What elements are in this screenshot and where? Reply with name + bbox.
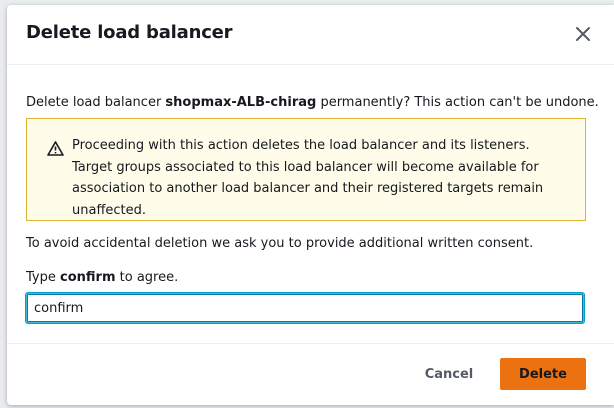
modal-footer: Cancel Delete bbox=[7, 343, 614, 405]
load-balancer-name: shopmax-ALB-chirag bbox=[165, 95, 317, 110]
close-icon bbox=[576, 27, 590, 41]
confirm-field-label: Type confirm to agree. bbox=[26, 270, 179, 285]
warning-alert: Proceeding with this action deletes the … bbox=[26, 118, 586, 221]
alert-message: Proceeding with this action deletes the … bbox=[72, 138, 544, 218]
delete-description: Delete load balancer shopmax-ALB-chirag … bbox=[26, 95, 599, 110]
delete-load-balancer-modal: Delete load balancer Delete load balance… bbox=[7, 5, 614, 405]
warning-icon bbox=[47, 141, 64, 156]
consent-text: To avoid accidental deletion we ask you … bbox=[26, 236, 534, 251]
delete-button[interactable]: Delete bbox=[500, 358, 586, 390]
confirm-word: confirm bbox=[60, 270, 116, 285]
modal-title: Delete load balancer bbox=[26, 22, 233, 43]
cancel-button[interactable]: Cancel bbox=[409, 358, 489, 390]
modal-header: Delete load balancer bbox=[7, 5, 614, 65]
confirm-input[interactable] bbox=[26, 293, 584, 323]
close-button[interactable] bbox=[574, 25, 592, 43]
